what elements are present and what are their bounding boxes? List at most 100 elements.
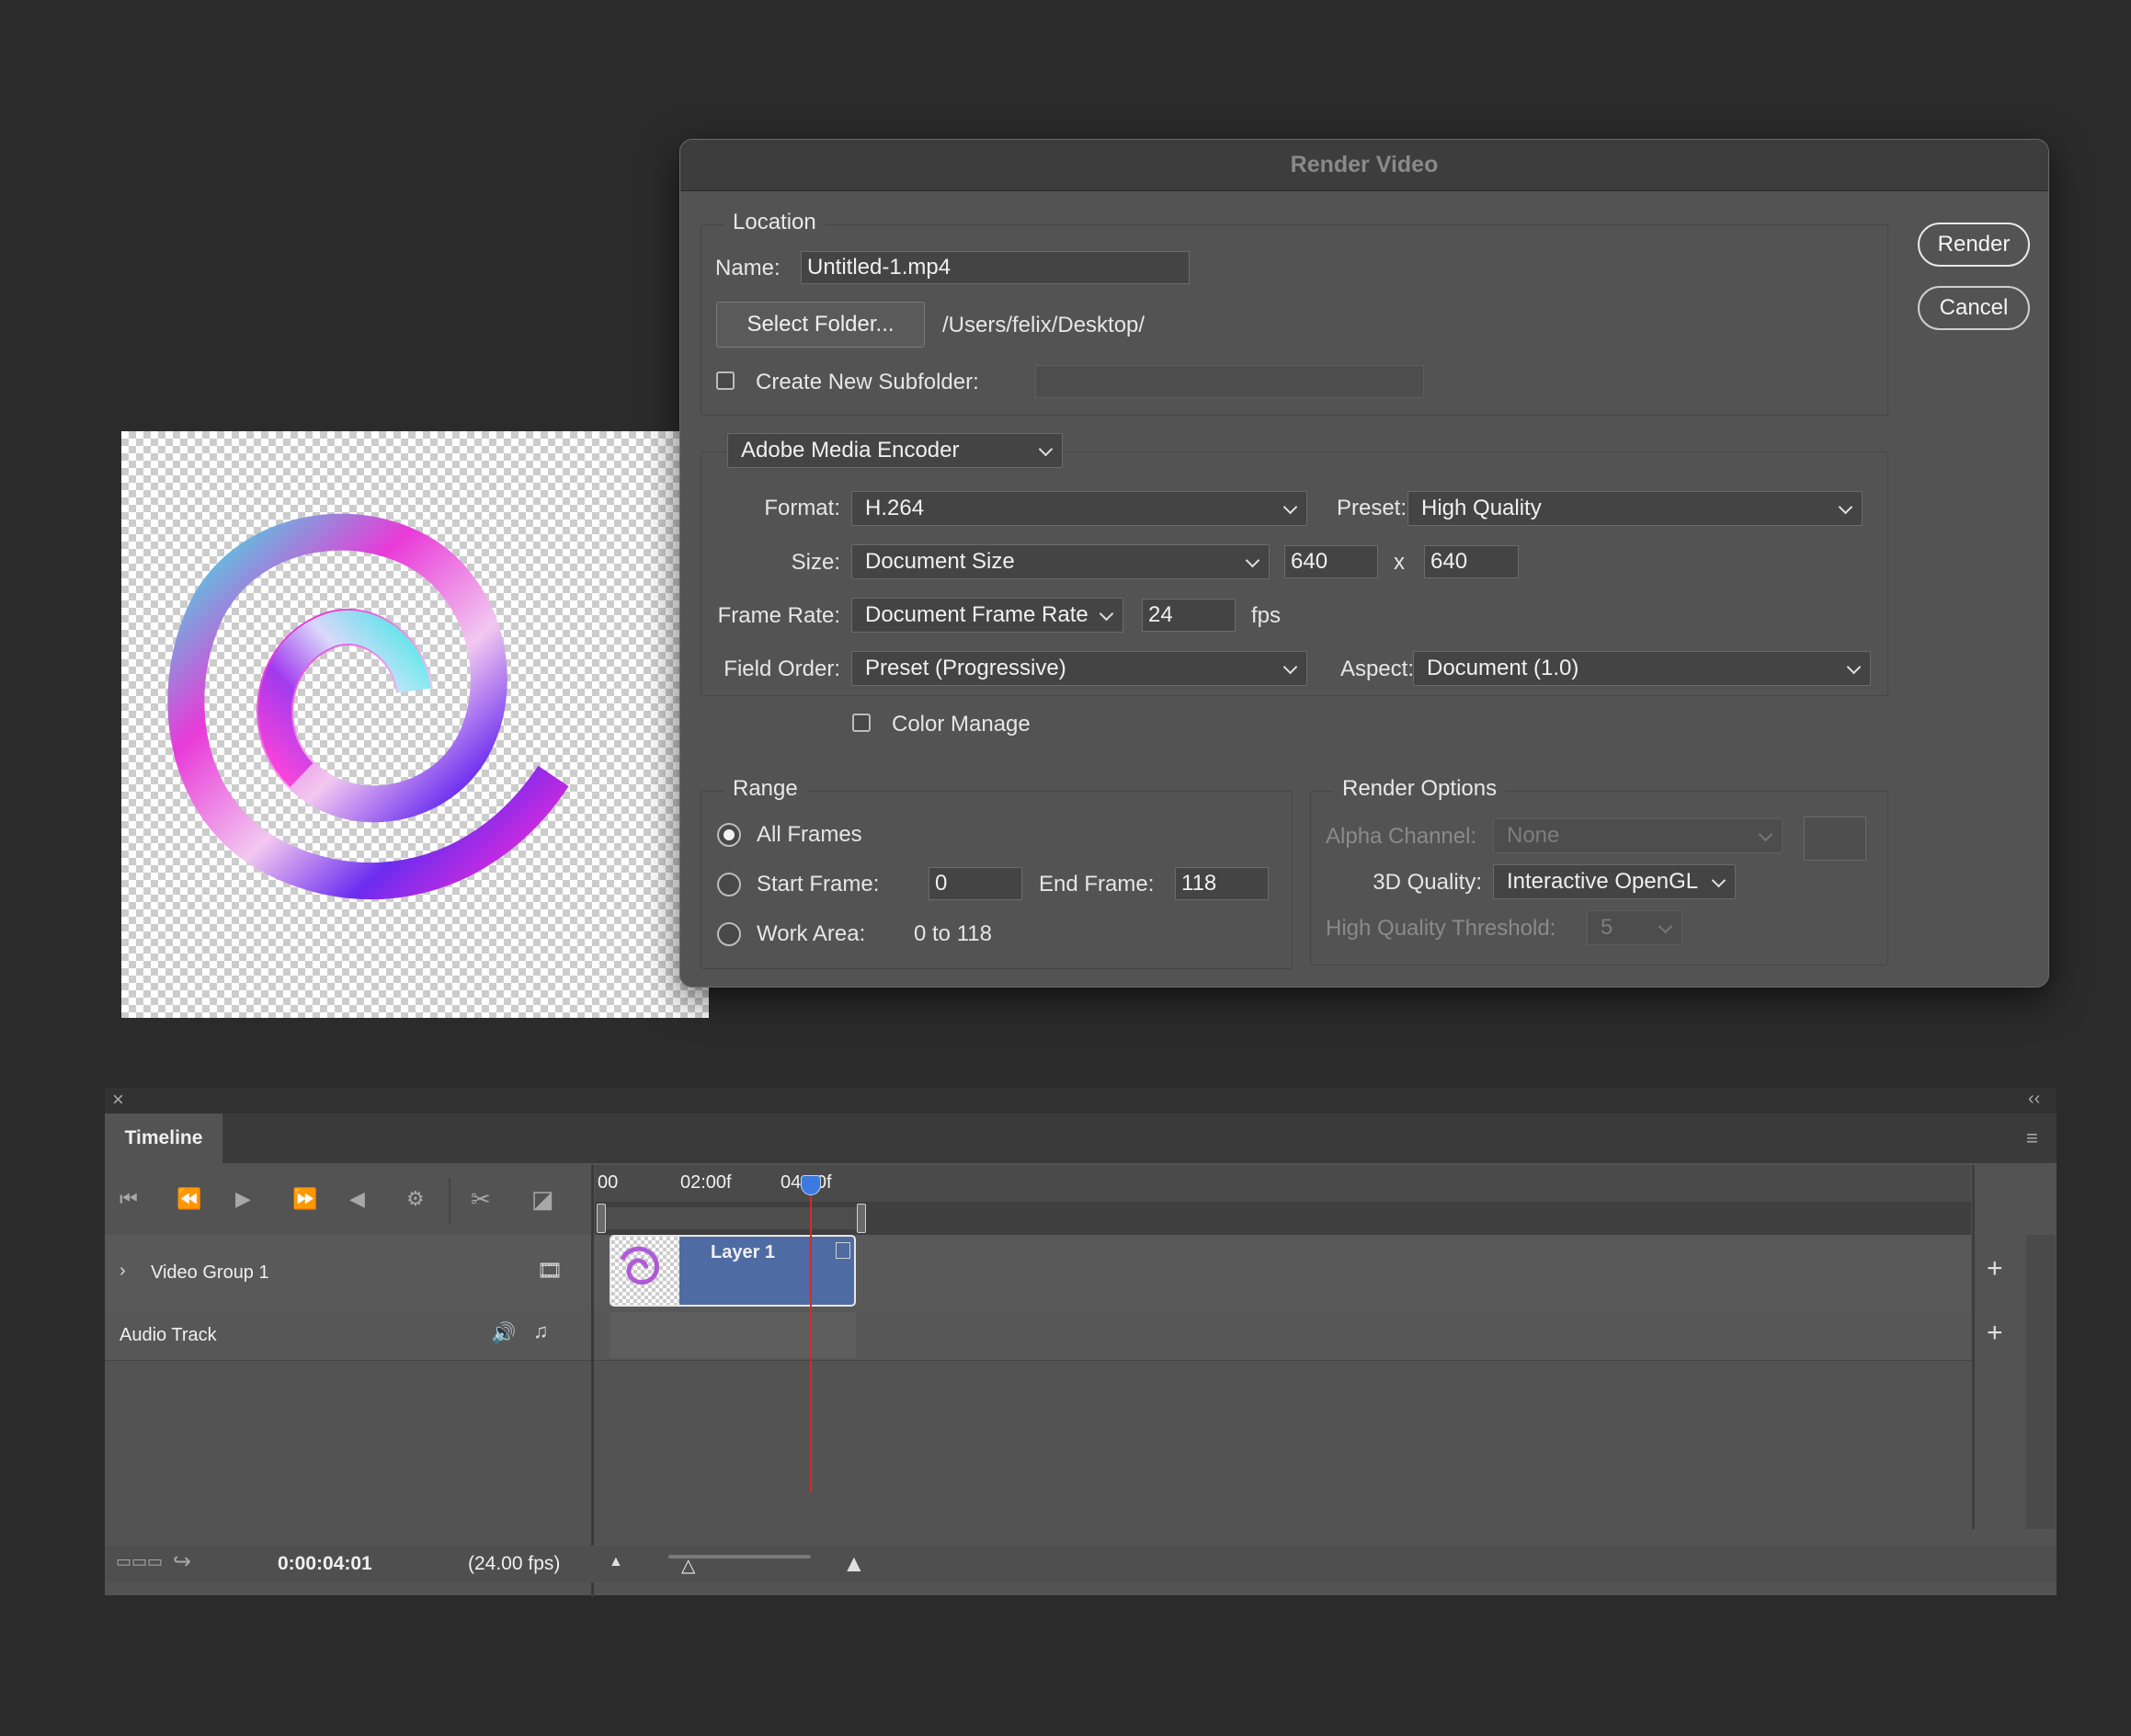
cancel-button[interactable]: Cancel bbox=[1918, 286, 2030, 330]
panel-top-strip: × ‹‹ bbox=[105, 1088, 2057, 1114]
timeline-panel: × ‹‹ Timeline ≡ ⏮ ⏪ ▶ ⏩ ◀ ⚙ ✂ ◪ 00 02:00… bbox=[104, 1087, 2057, 1597]
speaker-icon[interactable]: 🔊 bbox=[491, 1323, 516, 1343]
convert-arrow-icon[interactable]: ↪ bbox=[173, 1551, 191, 1573]
transition-icon[interactable]: ◪ bbox=[531, 1187, 554, 1211]
work-area-radio[interactable] bbox=[717, 922, 741, 946]
field-order-select-value: Preset (Progressive) bbox=[865, 656, 1066, 680]
frame-rate-select[interactable]: Document Frame Rate bbox=[851, 598, 1123, 633]
tab-timeline[interactable]: Timeline bbox=[105, 1114, 222, 1163]
current-timecode: 0:00:04:01 bbox=[278, 1553, 372, 1574]
size-x-label: x bbox=[1394, 550, 1405, 575]
end-frame-label: End Frame: bbox=[1039, 872, 1155, 897]
expand-chevron-icon[interactable]: › bbox=[120, 1262, 126, 1280]
chevron-down-icon bbox=[1038, 441, 1054, 457]
panel-menu-icon[interactable]: ≡ bbox=[2026, 1128, 2038, 1148]
next-frame-icon[interactable]: ⏩ bbox=[292, 1189, 317, 1209]
preset-select-value: High Quality bbox=[1421, 496, 1542, 520]
create-subfolder-checkbox[interactable] bbox=[716, 371, 735, 390]
work-area-label: Work Area: bbox=[757, 921, 866, 946]
matte-color-swatch[interactable] bbox=[1804, 817, 1866, 861]
location-legend: Location bbox=[724, 210, 826, 235]
work-area-start-handle[interactable] bbox=[597, 1204, 606, 1233]
dialog-title: Render Video bbox=[680, 140, 2048, 191]
aspect-select[interactable]: Document (1.0) bbox=[1413, 651, 1871, 686]
timeline-status-bar bbox=[105, 1546, 2057, 1582]
work-area-range[interactable] bbox=[602, 1207, 860, 1229]
frame-rate-label: Frame Rate: bbox=[717, 603, 840, 628]
encoder-select-value: Adobe Media Encoder bbox=[741, 438, 960, 463]
frame-animation-icon[interactable]: ▭▭▭ bbox=[116, 1553, 163, 1570]
add-audio-icon[interactable]: + bbox=[1987, 1319, 2003, 1347]
play-icon[interactable]: ▶ bbox=[235, 1189, 251, 1209]
mute-audio-icon[interactable]: ◀ bbox=[349, 1189, 365, 1209]
width-input[interactable] bbox=[1284, 545, 1378, 578]
playhead-line bbox=[810, 1180, 812, 1492]
go-to-first-frame-icon[interactable]: ⏮ bbox=[120, 1189, 138, 1209]
work-area-end-handle[interactable] bbox=[857, 1204, 866, 1233]
3d-quality-select[interactable]: Interactive OpenGL bbox=[1493, 864, 1736, 899]
chevron-down-icon bbox=[1282, 499, 1298, 515]
playhead-handle[interactable] bbox=[801, 1175, 821, 1195]
clip-thumbnail-spiral bbox=[620, 1246, 659, 1285]
film-strip-icon[interactable]: 🎞 bbox=[537, 1261, 563, 1281]
aspect-label: Aspect: bbox=[1339, 657, 1414, 681]
clip-thumbnail bbox=[611, 1237, 679, 1305]
music-note-icon[interactable]: ♫ bbox=[533, 1321, 549, 1342]
zoom-slider-thumb[interactable]: △ bbox=[681, 1557, 695, 1575]
size-label: Size: bbox=[791, 550, 840, 575]
zoom-out-icon[interactable]: ▲ bbox=[609, 1555, 623, 1570]
quality-threshold-select[interactable]: 5 bbox=[1587, 910, 1682, 945]
alpha-channel-select[interactable]: None bbox=[1493, 818, 1783, 853]
start-frame-input[interactable] bbox=[929, 867, 1022, 900]
name-label: Name: bbox=[715, 256, 781, 280]
encoder-select[interactable]: Adobe Media Encoder bbox=[727, 433, 1063, 468]
settings-gear-icon[interactable]: ⚙ bbox=[406, 1189, 425, 1209]
document-canvas[interactable] bbox=[121, 431, 709, 1018]
split-scissors-icon[interactable]: ✂ bbox=[471, 1187, 491, 1211]
chevron-down-icon bbox=[1846, 659, 1862, 675]
close-icon[interactable]: × bbox=[112, 1090, 124, 1110]
chevron-down-icon bbox=[1838, 499, 1853, 515]
chevron-down-icon bbox=[1711, 873, 1726, 888]
previous-frame-icon[interactable]: ⏪ bbox=[177, 1189, 201, 1209]
clip-options-icon[interactable] bbox=[836, 1242, 850, 1259]
select-folder-button[interactable]: Select Folder... bbox=[716, 302, 925, 348]
render-video-dialog: Render Video Render Cancel Location Name… bbox=[679, 139, 2049, 988]
3d-quality-select-value: Interactive OpenGL bbox=[1507, 869, 1699, 894]
panel-tab-bar: Timeline ≡ bbox=[105, 1114, 2057, 1163]
toolbar-divider bbox=[449, 1178, 450, 1224]
subfolder-name-input[interactable] bbox=[1035, 365, 1424, 398]
chevron-down-icon bbox=[1658, 919, 1673, 934]
alpha-channel-label: Alpha Channel: bbox=[1326, 824, 1477, 849]
ruler-label-0: 00 bbox=[598, 1172, 619, 1193]
fps-unit-label: fps bbox=[1251, 603, 1282, 628]
collapse-panel-icon[interactable]: ‹‹ bbox=[2028, 1090, 2040, 1108]
name-input[interactable] bbox=[801, 251, 1190, 284]
all-frames-label: All Frames bbox=[757, 822, 862, 847]
audio-track[interactable] bbox=[105, 1310, 1971, 1361]
ruler-label-1: 02:00f bbox=[680, 1172, 732, 1193]
video-group-track[interactable] bbox=[105, 1235, 1971, 1311]
quality-threshold-label: High Quality Threshold: bbox=[1326, 916, 1556, 941]
add-video-icon[interactable]: + bbox=[1987, 1255, 2003, 1283]
end-frame-input[interactable] bbox=[1175, 867, 1269, 900]
size-select[interactable]: Document Size bbox=[851, 544, 1270, 579]
alpha-channel-select-value: None bbox=[1507, 823, 1560, 848]
render-button[interactable]: Render bbox=[1918, 223, 2030, 267]
color-manage-checkbox[interactable] bbox=[852, 714, 871, 732]
frame-rate-select-value: Document Frame Rate bbox=[865, 602, 1088, 627]
layer-clip[interactable]: Layer 1 bbox=[610, 1235, 856, 1307]
frame-rate-readout: (24.00 fps) bbox=[468, 1553, 561, 1574]
format-select[interactable]: H.264 bbox=[851, 491, 1307, 526]
clip-label: Layer 1 bbox=[711, 1242, 776, 1262]
zoom-in-icon[interactable]: ▲ bbox=[842, 1551, 866, 1575]
all-frames-radio[interactable] bbox=[717, 823, 741, 847]
folder-path: /Users/felix/Desktop/ bbox=[942, 313, 1145, 337]
field-order-select[interactable]: Preset (Progressive) bbox=[851, 651, 1307, 686]
chevron-down-icon bbox=[1758, 827, 1773, 842]
fps-input[interactable] bbox=[1142, 599, 1236, 632]
height-input[interactable] bbox=[1424, 545, 1519, 578]
preset-select[interactable]: High Quality bbox=[1407, 491, 1863, 526]
start-frame-radio[interactable] bbox=[717, 873, 741, 897]
vertical-scrollbar[interactable] bbox=[2026, 1235, 2056, 1529]
